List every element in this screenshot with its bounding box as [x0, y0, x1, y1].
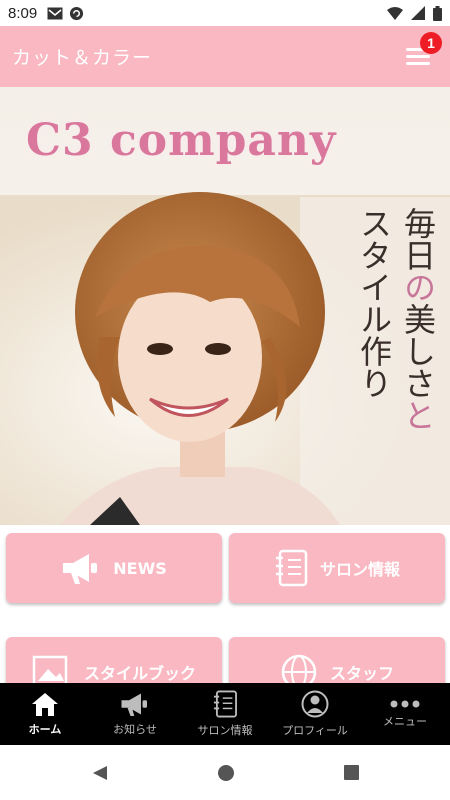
gmail-icon [47, 7, 63, 19]
news-label: NEWS [113, 558, 167, 578]
staff-label: スタッフ [329, 664, 394, 683]
news-button[interactable]: NEWS [6, 533, 222, 603]
nav-menu[interactable]: メニュー [360, 683, 450, 745]
more-icon [390, 700, 420, 708]
home-icon [32, 693, 58, 716]
hero-tagline-right: 毎日の美しさと [399, 207, 437, 431]
nav-news[interactable]: お知らせ [90, 683, 180, 745]
menu-grid: NEWS サロン情報 スタイルブック スタッフ [0, 525, 450, 683]
bottom-nav: ホーム お知らせ サロン情報 プロフィール メニュー [0, 683, 450, 745]
back-icon[interactable] [91, 764, 109, 782]
salon-info-button[interactable]: サロン情報 [229, 533, 445, 603]
photo-icon [32, 655, 68, 683]
notebook-icon [213, 690, 237, 718]
hero-banner: C3 company 毎日の美しさと スタイル作り [0, 87, 450, 525]
status-bar: 8:09 [0, 0, 450, 26]
megaphone-icon [121, 693, 147, 716]
megaphone-icon [63, 554, 98, 584]
app-title: カット＆カラー [12, 47, 153, 69]
notebook-icon [275, 549, 308, 587]
signal-icon [411, 6, 425, 20]
hero-tagline-left: スタイル作り [355, 207, 393, 399]
app-bar: カット＆カラー 1 [0, 26, 450, 87]
globe-icon [281, 654, 317, 683]
battery-icon [433, 5, 442, 21]
system-nav-bar [0, 745, 450, 800]
stylebook-label: スタイルブック [83, 664, 196, 683]
nav-salon-info[interactable]: サロン情報 [180, 683, 270, 745]
profile-icon [301, 690, 329, 718]
salon-info-label: サロン情報 [319, 560, 400, 579]
stylebook-button[interactable]: スタイルブック [6, 637, 222, 683]
nav-home[interactable]: ホーム [0, 683, 90, 745]
home-circle-icon[interactable] [217, 764, 235, 782]
menu-button[interactable]: 1 [404, 31, 442, 70]
recents-icon[interactable] [343, 764, 360, 781]
status-time: 8:09 [8, 4, 38, 22]
staff-button[interactable]: スタッフ [229, 637, 445, 683]
notification-badge: 1 [420, 31, 442, 54]
nav-profile[interactable]: プロフィール [270, 683, 360, 745]
brand-logo: C3 company [26, 115, 337, 166]
sync-icon [70, 6, 84, 20]
wifi-icon [387, 6, 403, 20]
